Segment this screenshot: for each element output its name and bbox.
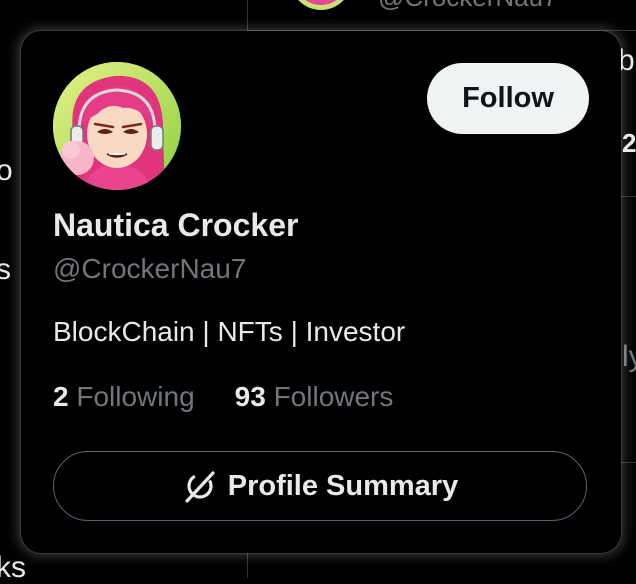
timeline-text-fragment: 2 xyxy=(622,128,636,158)
timeline-text-fragment: o xyxy=(0,154,13,187)
followers-label: Followers xyxy=(273,381,394,412)
profile-stats: 2 Following 93 Followers xyxy=(53,381,393,413)
cartoon-avatar-pink-hair-icon xyxy=(53,62,181,190)
profile-bio: BlockChain | NFTs | Investor xyxy=(53,316,406,347)
profile-hover-card: Follow Nautica Crocker @CrockerNau7 Bloc… xyxy=(21,31,621,553)
follow-button[interactable]: Follow xyxy=(427,63,589,134)
timeline-handle[interactable]: @CrockerNau7 xyxy=(378,0,558,13)
timeline-text-fragment: ks xyxy=(0,551,26,584)
grok-icon xyxy=(182,468,218,504)
profile-handle[interactable]: @CrockerNau7 xyxy=(53,253,246,285)
followers-count: 93 xyxy=(234,381,266,412)
profile-avatar[interactable] xyxy=(53,62,181,190)
timeline-text-fragment: s xyxy=(0,253,11,286)
profile-display-name[interactable]: Nautica Crocker xyxy=(53,207,298,244)
timeline-avatar[interactable] xyxy=(290,0,352,10)
followers-link[interactable]: 93 Followers xyxy=(235,381,394,413)
profile-summary-button[interactable]: Profile Summary xyxy=(53,451,587,521)
following-label: Following xyxy=(76,381,195,412)
following-link[interactable]: 2 Following xyxy=(53,381,195,413)
following-count: 2 xyxy=(53,381,69,412)
profile-summary-label: Profile Summary xyxy=(227,469,459,502)
timeline-text-fragment: ly xyxy=(622,340,636,373)
